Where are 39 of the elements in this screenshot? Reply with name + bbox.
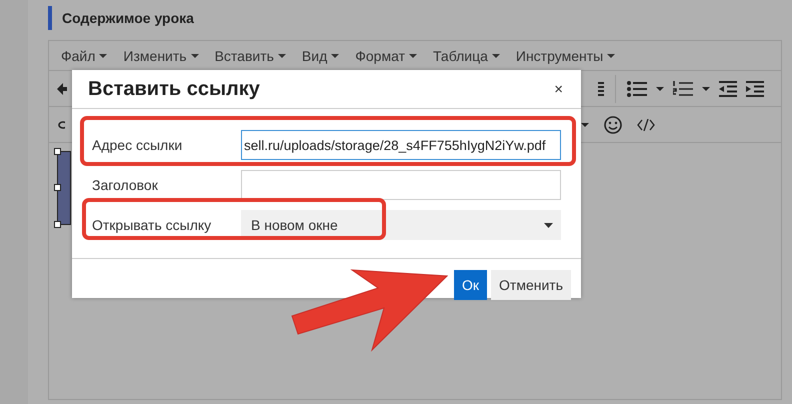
field-label: Открывать ссылку: [92, 217, 212, 233]
caret-icon[interactable]: [702, 86, 710, 90]
caret-icon: [492, 54, 500, 58]
menu-item[interactable]: Изменить: [117, 44, 205, 68]
menu-item[interactable]: Вставить: [208, 44, 292, 68]
emoji-icon[interactable]: [604, 116, 622, 134]
section-title: Содержимое урока: [62, 10, 194, 26]
undo-arrow-icon[interactable]: [57, 82, 67, 96]
input-field[interactable]: [241, 170, 561, 200]
ok-button[interactable]: Ок: [454, 270, 488, 300]
select-field[interactable]: В новом окне: [241, 210, 561, 240]
cancel-button[interactable]: Отменить: [491, 270, 571, 300]
caret-icon: [99, 54, 108, 58]
caret-icon: [607, 54, 616, 58]
menu-item[interactable]: Файл: [55, 44, 114, 68]
caret-icon: [190, 54, 199, 58]
title-accent: [48, 6, 52, 30]
caret-icon: [331, 54, 340, 58]
caret-icon[interactable]: [581, 122, 589, 126]
close-button[interactable]: ×: [552, 80, 565, 98]
outdent-icon[interactable]: [719, 80, 737, 96]
bullet-list-icon[interactable]: [627, 80, 647, 96]
numbered-list-icon[interactable]: [673, 80, 693, 96]
field-label: Заголовок: [92, 177, 159, 193]
menu-item[interactable]: Вид: [296, 44, 346, 68]
menu-item[interactable]: Таблица: [426, 44, 506, 68]
menu-item[interactable]: Формат: [349, 44, 423, 68]
input-field[interactable]: sell.ru/uploads/storage/28_s4FF755hIygN2iYw.pdf: [241, 130, 561, 160]
dialog-title: Вставить ссылку: [88, 78, 260, 100]
caret-icon: [278, 54, 286, 58]
align-justify-icon[interactable]: [598, 82, 604, 96]
code-icon[interactable]: [637, 118, 655, 130]
caret-icon[interactable]: [544, 222, 553, 228]
selected-block[interactable]: [57, 151, 71, 225]
caret-icon[interactable]: [656, 86, 664, 90]
caret-icon: [408, 54, 417, 58]
field-label: Адрес ссылки: [92, 137, 184, 153]
indent-icon[interactable]: [746, 80, 764, 96]
menu-item[interactable]: Инструменты: [510, 44, 622, 68]
